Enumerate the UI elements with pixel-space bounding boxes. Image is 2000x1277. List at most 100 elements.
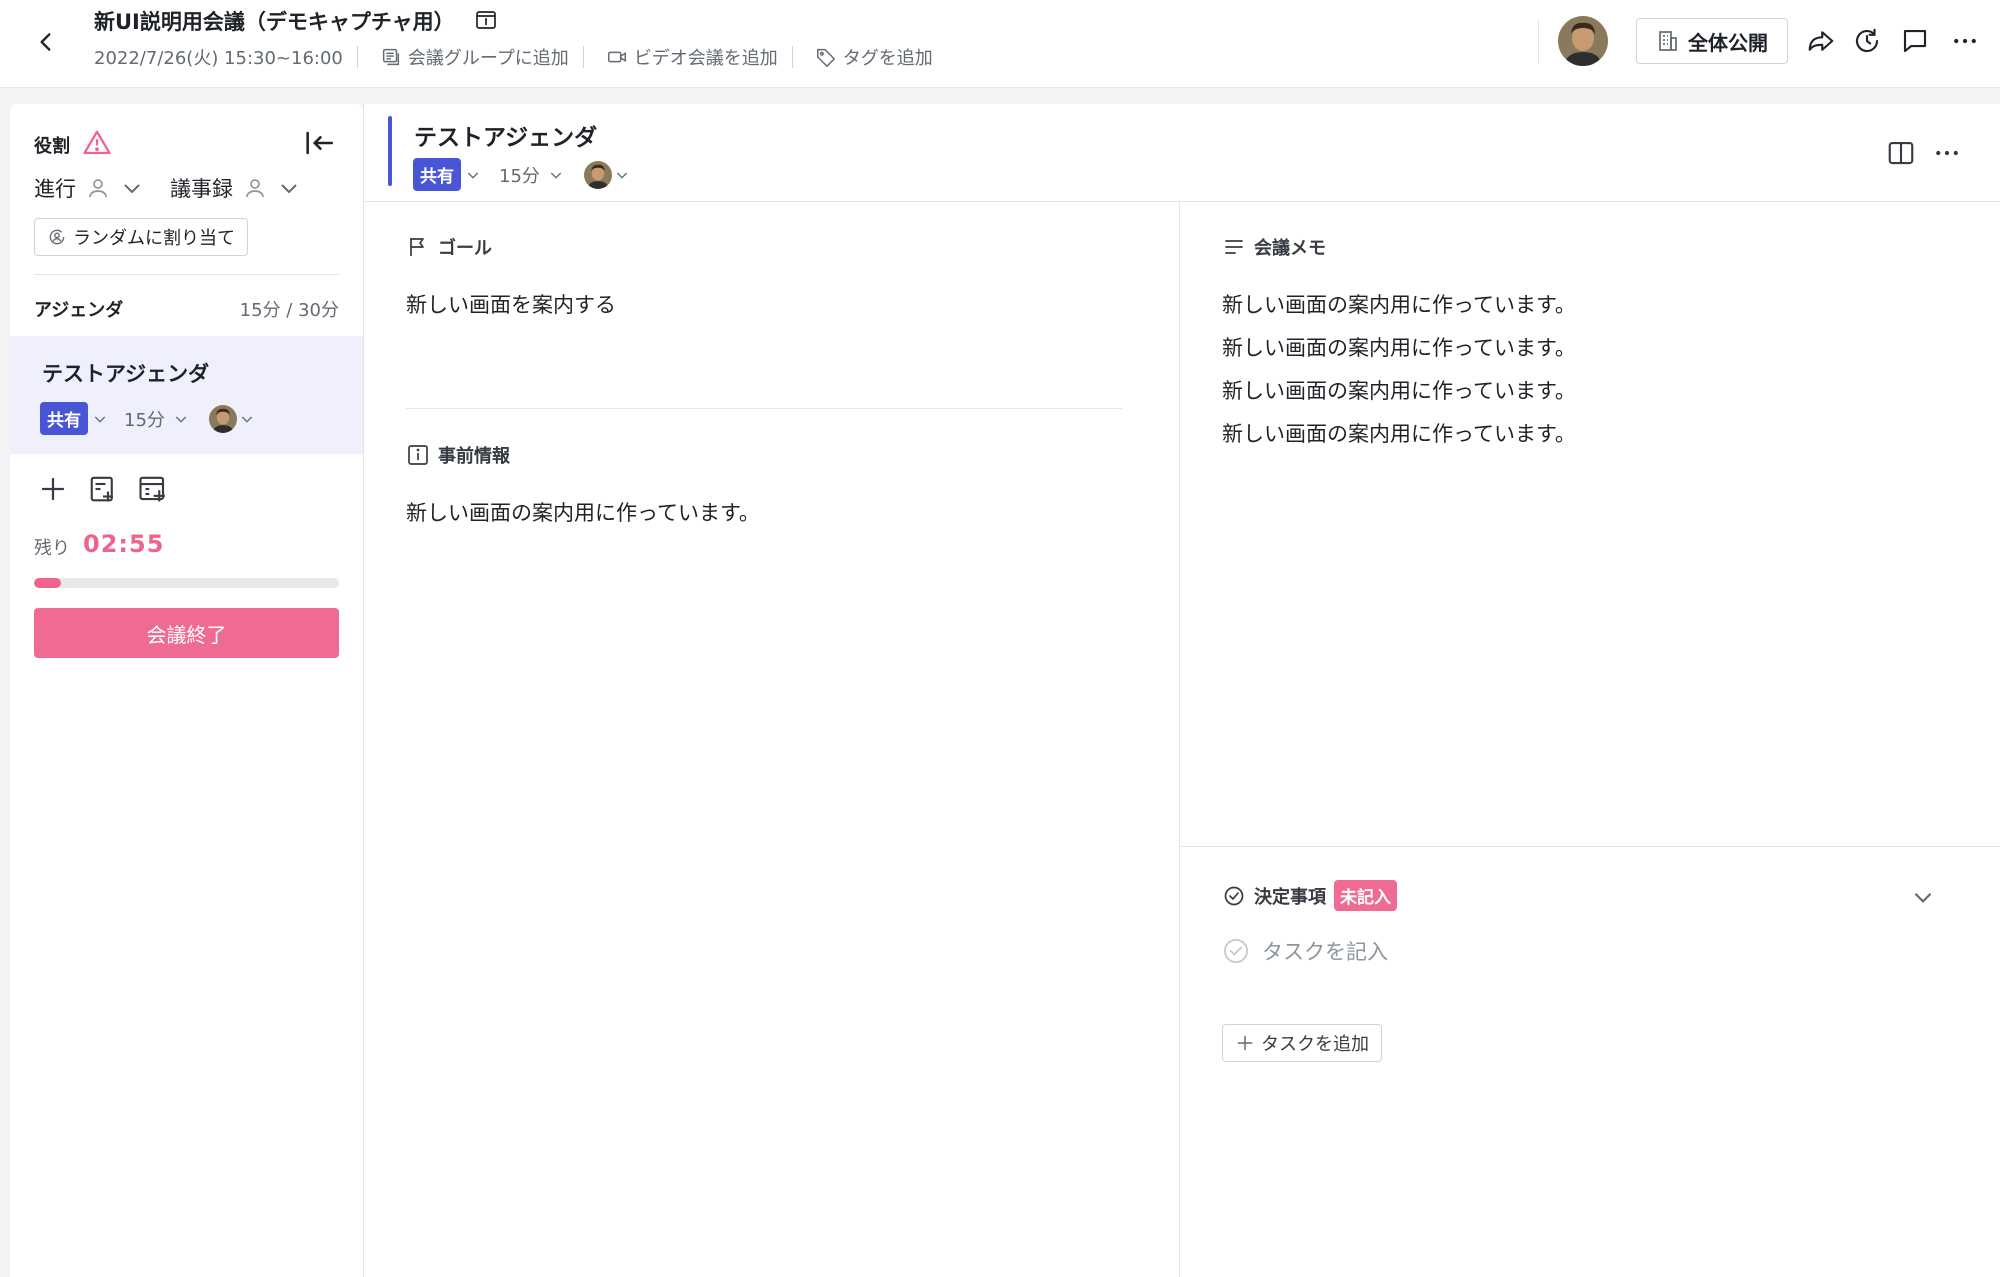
- task-placeholder-text: タスクを記入: [1262, 940, 1388, 964]
- top-header: 新UI説明用会議（デモキャプチャ用） 2022/7/26(火) 15:30~16…: [0, 0, 2000, 88]
- accent-bar: [388, 116, 392, 186]
- comment-icon[interactable]: [1900, 26, 1930, 56]
- person-icon: [246, 179, 264, 198]
- text-lines-icon: [1225, 240, 1243, 254]
- chevron-down-icon[interactable]: [548, 167, 564, 183]
- check-circle-icon: [1224, 886, 1244, 905]
- visibility-button[interactable]: 全体公開: [1636, 18, 1788, 64]
- add-group-label: 会議グループに追加: [407, 48, 569, 69]
- add-tag-button[interactable]: タグを追加: [815, 44, 933, 70]
- memo-title: 会議メモ: [1254, 238, 1326, 259]
- meeting-datetime: 2022/7/26(火) 15:30~16:00: [94, 48, 343, 69]
- chevron-down-icon: [281, 184, 297, 194]
- add-from-template-button[interactable]: [138, 474, 168, 504]
- building-icon: [1659, 31, 1677, 51]
- chevron-down-icon[interactable]: [173, 411, 189, 427]
- add-task-button[interactable]: タスクを追加: [1222, 1024, 1382, 1062]
- agenda-title[interactable]: テストアジェンダ: [414, 118, 597, 152]
- task-input[interactable]: タスクを記入: [1222, 936, 1388, 966]
- collapse-sidebar-icon[interactable]: [302, 126, 336, 160]
- chevron-down-icon[interactable]: [1910, 884, 1936, 910]
- divider: [1538, 20, 1539, 64]
- divider: [34, 274, 339, 275]
- avatar[interactable]: [208, 404, 237, 433]
- video-icon: [607, 51, 626, 63]
- avatar[interactable]: [1558, 16, 1608, 66]
- progress-fill: [34, 578, 62, 588]
- minutes-role[interactable]: 議事録: [170, 174, 301, 202]
- goal-title: ゴール: [438, 238, 492, 259]
- history-icon[interactable]: [1852, 26, 1882, 56]
- goal-section-title: ゴール: [406, 234, 492, 260]
- random-person-icon: [49, 229, 65, 245]
- info-panel-icon[interactable]: [474, 8, 498, 32]
- random-assign-button[interactable]: ランダムに割り当て: [34, 218, 248, 256]
- divider: [356, 46, 358, 68]
- person-icon: [89, 179, 107, 198]
- divider: [791, 46, 793, 68]
- share-badge[interactable]: 共有: [413, 158, 461, 191]
- roles-title: 役割: [34, 136, 70, 157]
- more-icon[interactable]: [1950, 26, 1980, 56]
- back-button[interactable]: [26, 22, 66, 62]
- end-meeting-button[interactable]: 会議終了: [34, 608, 339, 658]
- remaining-time: 02:55: [83, 530, 165, 558]
- info-icon: [408, 445, 428, 465]
- agenda-item-duration[interactable]: 15分: [124, 406, 165, 432]
- divider: [582, 46, 584, 68]
- status-badge: 未記入: [1334, 880, 1397, 911]
- avatar-photo-icon: [583, 160, 612, 189]
- more-icon[interactable]: [1932, 138, 1962, 168]
- facilitator-label: 進行: [34, 177, 76, 201]
- chevron-down-icon[interactable]: [614, 167, 630, 183]
- share-icon[interactable]: [1806, 26, 1836, 56]
- memo-line: 新しい画面の案内用に作っています。: [1222, 293, 1576, 317]
- add-video-label: ビデオ会議を追加: [633, 48, 778, 69]
- agenda-duration[interactable]: 15分: [499, 162, 540, 188]
- split-view-icon[interactable]: [1886, 138, 1916, 168]
- add-group-button[interactable]: 会議グループに追加: [380, 44, 569, 70]
- meeting-meta: 2022/7/26(火) 15:30~16:00 会議グループに追加 ビデオ会議…: [94, 44, 933, 70]
- chevron-down-icon[interactable]: [92, 411, 108, 427]
- tag-icon: [816, 48, 836, 68]
- divider: [1180, 846, 2000, 847]
- warning-icon: [83, 130, 111, 155]
- add-task-label: タスクを追加: [1261, 1034, 1369, 1055]
- memo-line: 新しい画面の案内用に作っています。: [1222, 422, 1576, 446]
- preinfo-section-title: 事前情報: [406, 442, 510, 468]
- sidebar: 役割 進行 議事録 ランダムに割り当て アジェンダ 15分 / 30分 テストア…: [10, 104, 363, 1277]
- meeting-title: 新UI説明用会議（デモキャプチャ用）: [94, 10, 455, 34]
- add-tag-label: タグを追加: [842, 48, 933, 69]
- divider: [1179, 202, 1180, 1277]
- avatar[interactable]: [583, 160, 612, 189]
- memo-text[interactable]: 新しい画面の案内用に作っています。 新しい画面の案内用に作っています。 新しい画…: [1222, 284, 1576, 456]
- memo-section-title: 会議メモ: [1222, 234, 1326, 260]
- progress-bar: [34, 578, 339, 588]
- preinfo-text[interactable]: 新しい画面の案内用に作っています。: [406, 492, 760, 535]
- chevron-down-icon[interactable]: [239, 411, 255, 427]
- plus-icon: [1237, 1035, 1253, 1051]
- share-badge[interactable]: 共有: [40, 402, 88, 435]
- avatar-photo-icon: [1558, 16, 1608, 66]
- remaining-label: 残り: [34, 538, 70, 559]
- add-video-button[interactable]: ビデオ会議を追加: [606, 44, 778, 70]
- memo-line: 新しい画面の案内用に作っています。: [1222, 336, 1576, 360]
- goal-text[interactable]: 新しい画面を案内する: [406, 284, 616, 327]
- note-add-icon: [90, 476, 113, 502]
- minutes-label: 議事録: [170, 177, 233, 201]
- add-from-note-button[interactable]: [88, 474, 118, 504]
- flag-icon: [410, 238, 424, 256]
- add-agenda-button[interactable]: [38, 474, 68, 504]
- facilitator-role[interactable]: 進行: [34, 174, 144, 202]
- group-icon: [382, 48, 399, 66]
- memo-line: 新しい画面の案内用に作っています。: [1222, 379, 1576, 403]
- chevron-down-icon[interactable]: [465, 167, 481, 183]
- plus-icon: [41, 477, 65, 501]
- random-assign-label: ランダムに割り当て: [73, 228, 235, 249]
- check-circle-icon: [1224, 939, 1248, 963]
- chevron-down-icon: [124, 184, 140, 194]
- agenda-list-item[interactable]: テストアジェンダ 共有 15分: [10, 336, 363, 454]
- preinfo-title: 事前情報: [438, 446, 510, 467]
- template-add-icon: [139, 476, 165, 502]
- agenda-chips: 共有 15分: [413, 158, 630, 191]
